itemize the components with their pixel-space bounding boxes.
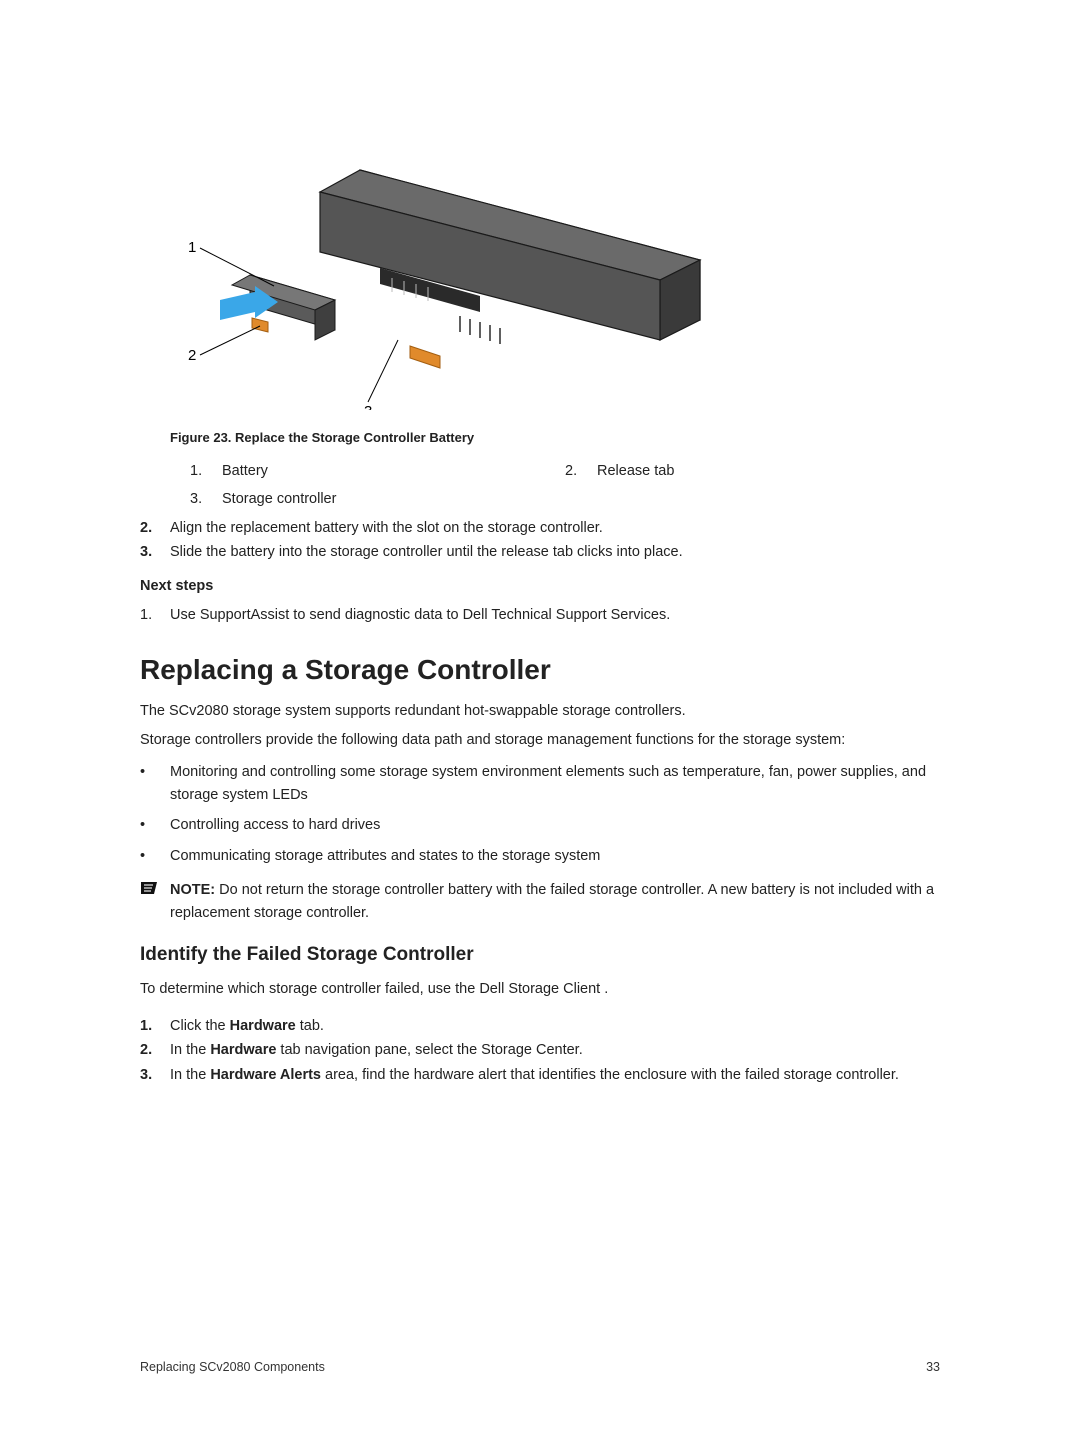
subsection-heading: Identify the Failed Storage Controller: [140, 944, 940, 966]
step-text: In the Hardware Alerts area, find the ha…: [170, 1064, 899, 1086]
next-steps-list: 1. Use SupportAssist to send diagnostic …: [140, 604, 940, 626]
step: 1. Use SupportAssist to send diagnostic …: [140, 604, 940, 626]
callout-number: 2.: [565, 463, 597, 479]
list-item: • Communicating storage attributes and s…: [140, 845, 940, 867]
step-text: Use SupportAssist to send diagnostic dat…: [170, 604, 670, 626]
figure-caption: Figure 23. Replace the Storage Controlle…: [170, 430, 940, 445]
note-text: NOTE: Do not return the storage controll…: [170, 879, 940, 924]
note-label: NOTE:: [170, 882, 219, 898]
callout-item: 3. Storage controller: [190, 491, 565, 507]
step-text: In the Hardware tab navigation pane, sel…: [170, 1039, 583, 1061]
callout-item: 1. Battery: [190, 463, 565, 479]
note-icon: [140, 879, 170, 924]
list-text: Communicating storage attributes and sta…: [170, 845, 600, 867]
body-paragraph: Storage controllers provide the followin…: [140, 729, 940, 751]
note-body: Do not return the storage controller bat…: [170, 882, 934, 920]
footer-left: Replacing SCv2080 Components: [140, 1360, 325, 1374]
step-text: Slide the battery into the storage contr…: [170, 541, 683, 563]
step: 2. In the Hardware tab navigation pane, …: [140, 1039, 940, 1061]
step: 3. Slide the battery into the storage co…: [140, 541, 940, 563]
list-text: Controlling access to hard drives: [170, 814, 380, 836]
callout-number: 3.: [190, 491, 222, 507]
step-number: 3.: [140, 1064, 170, 1086]
footer-page-number: 33: [926, 1360, 940, 1374]
list-item: • Controlling access to hard drives: [140, 814, 940, 836]
section-heading: Replacing a Storage Controller: [140, 654, 940, 686]
bullet-icon: •: [140, 814, 170, 836]
body-paragraph: To determine which storage controller fa…: [140, 978, 940, 1000]
functions-list: • Monitoring and controlling some storag…: [140, 761, 940, 867]
step-text: Click the Hardware tab.: [170, 1015, 324, 1037]
callout-label: Storage controller: [222, 491, 336, 507]
diagram-label-1: 1: [188, 239, 196, 256]
note-block: NOTE: Do not return the storage controll…: [140, 879, 940, 924]
storage-controller-diagram: 1 2 3: [160, 100, 720, 410]
list-text: Monitoring and controlling some storage …: [170, 761, 940, 806]
callout-label: Battery: [222, 463, 268, 479]
step-number: 2.: [140, 517, 170, 539]
step: 3. In the Hardware Alerts area, find the…: [140, 1064, 940, 1086]
figure-callout-list: 1. Battery 2. Release tab 3. Storage con…: [190, 463, 940, 507]
install-steps: 2. Align the replacement battery with th…: [140, 517, 940, 564]
bullet-icon: •: [140, 845, 170, 867]
callout-label: Release tab: [597, 463, 674, 479]
step-number: 1.: [140, 1015, 170, 1037]
step-number: 2.: [140, 1039, 170, 1061]
step-text: Align the replacement battery with the s…: [170, 517, 603, 539]
list-item: • Monitoring and controlling some storag…: [140, 761, 940, 806]
step-number: 3.: [140, 541, 170, 563]
step: 2. Align the replacement battery with th…: [140, 517, 940, 539]
callout-number: 1.: [190, 463, 222, 479]
callout-item: 2. Release tab: [565, 463, 940, 479]
bullet-icon: •: [140, 761, 170, 806]
page-footer: Replacing SCv2080 Components 33: [140, 1360, 940, 1374]
identify-steps: 1. Click the Hardware tab. 2. In the Har…: [140, 1015, 940, 1086]
step: 1. Click the Hardware tab.: [140, 1015, 940, 1037]
figure-image: 1 2 3: [160, 100, 940, 415]
diagram-label-2: 2: [188, 347, 196, 364]
diagram-label-3: 3: [364, 403, 372, 410]
step-number: 1.: [140, 604, 170, 626]
next-steps-heading: Next steps: [140, 578, 940, 594]
body-paragraph: The SCv2080 storage system supports redu…: [140, 700, 940, 722]
